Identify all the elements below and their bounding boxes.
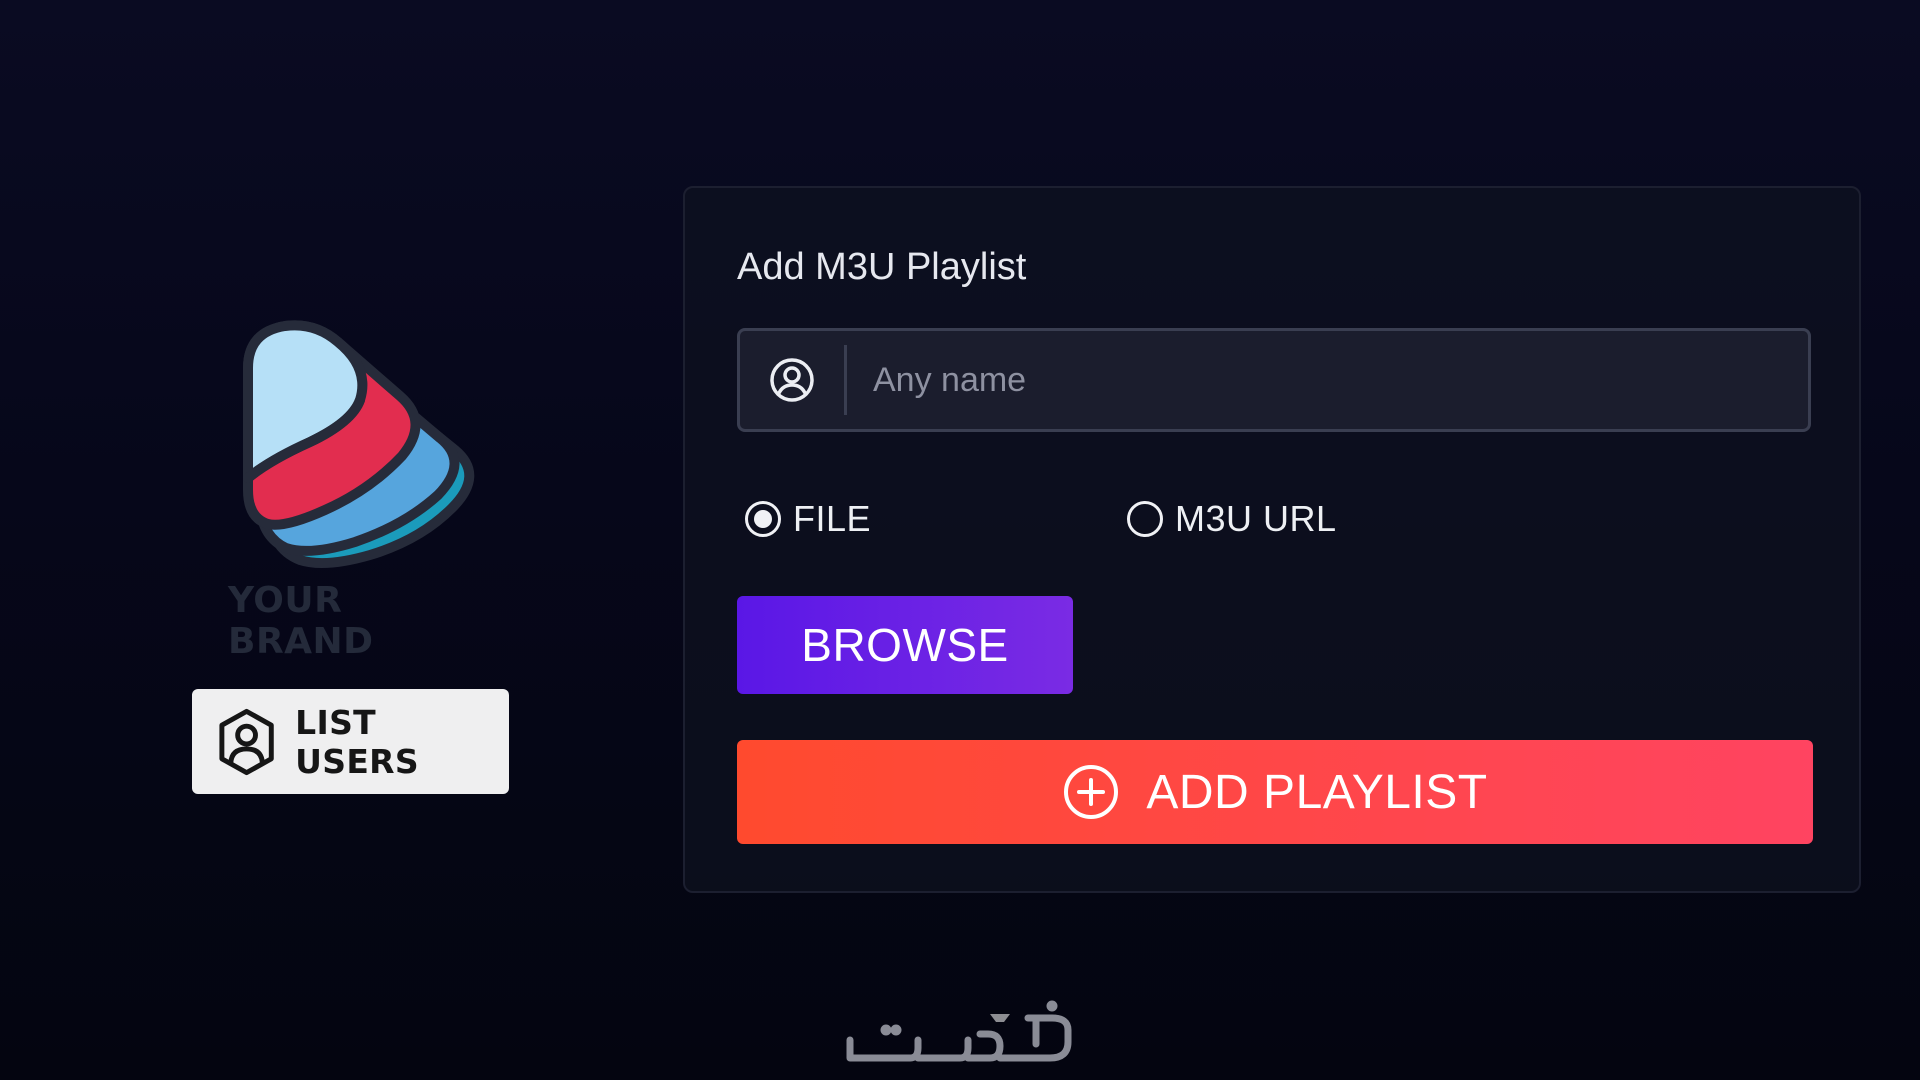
plus-circle-icon <box>1064 765 1119 819</box>
playlist-name-field[interactable] <box>737 328 1811 432</box>
add-playlist-button[interactable]: ADD PLAYLIST <box>737 740 1813 844</box>
radio-m3u-url-label: M3U URL <box>1175 498 1337 539</box>
add-playlist-label: ADD PLAYLIST <box>1146 765 1488 819</box>
playlist-name-input[interactable] <box>847 331 1808 429</box>
user-circle-icon <box>740 331 844 429</box>
list-users-button[interactable]: LIST USERS <box>192 689 509 794</box>
list-users-label: LIST USERS <box>295 702 419 781</box>
radio-m3u-url-circle[interactable] <box>1127 501 1163 537</box>
radio-selected-dot <box>754 510 772 528</box>
khamsat-watermark-logo <box>846 1000 1072 1062</box>
radio-m3u-url[interactable]: M3U URL <box>1127 498 1337 540</box>
radio-file-circle[interactable] <box>745 501 781 537</box>
panel-title: Add M3U Playlist <box>737 246 1027 288</box>
brand-play-logo-icon <box>243 320 475 568</box>
brand-block: YOUR BRAND <box>228 310 492 662</box>
browse-button[interactable]: BROWSE <box>737 596 1073 694</box>
add-playlist-panel: Add M3U Playlist FILE M3U URL BROWSE ADD… <box>683 186 1861 893</box>
radio-file[interactable]: FILE <box>745 498 871 540</box>
radio-file-label: FILE <box>793 498 872 539</box>
user-hexagon-icon <box>219 708 274 775</box>
brand-wordmark: YOUR BRAND <box>228 580 374 662</box>
